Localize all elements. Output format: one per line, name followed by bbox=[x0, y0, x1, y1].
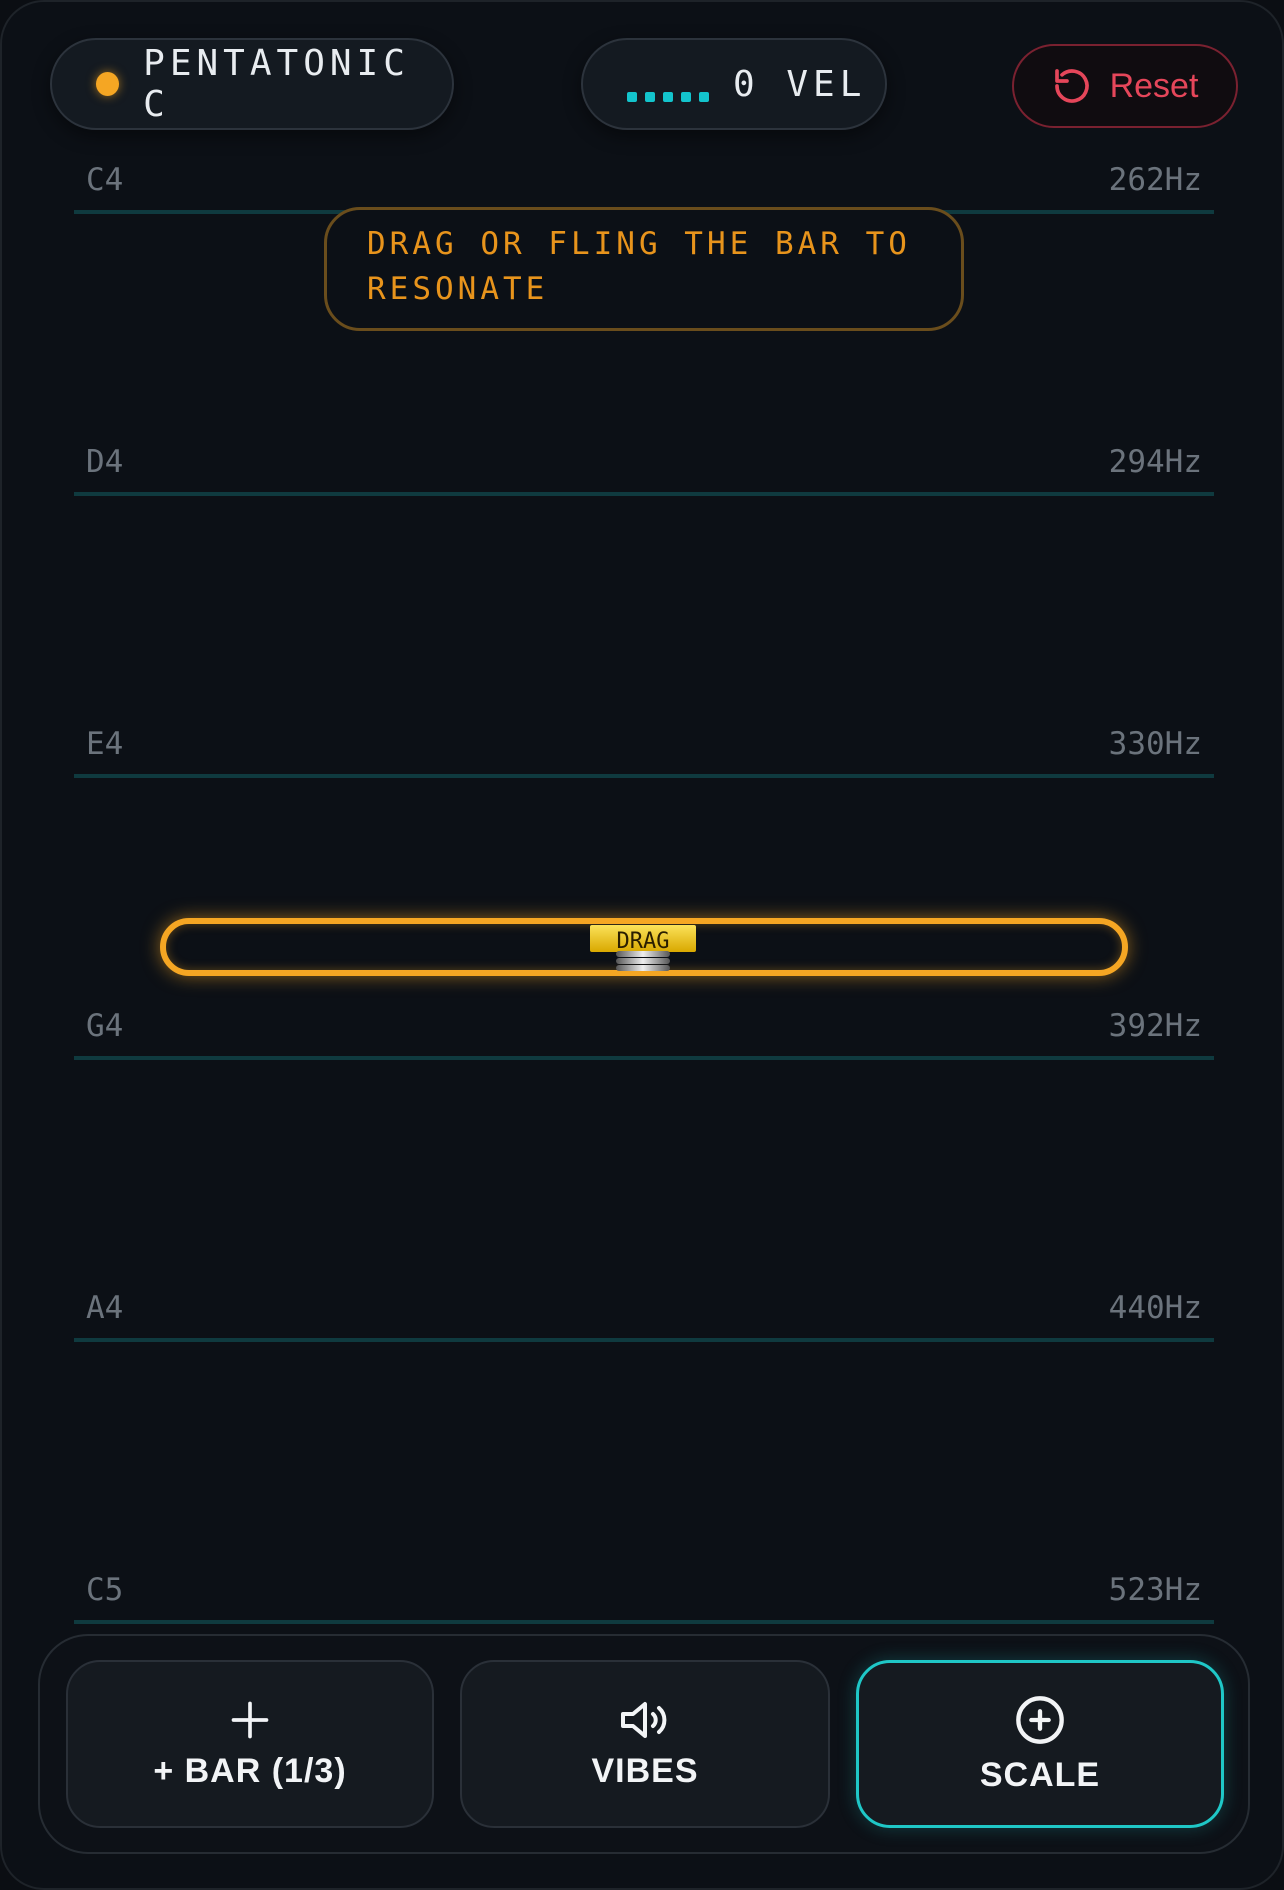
plus-icon bbox=[231, 1701, 269, 1738]
note-divider bbox=[74, 1620, 1214, 1624]
velocity-indicator: 0 VEL bbox=[581, 38, 887, 130]
scale-name: PENTATONIC C bbox=[143, 43, 410, 125]
spring-icon bbox=[616, 950, 670, 978]
drag-handle[interactable]: DRAG bbox=[590, 925, 696, 954]
reset-button[interactable]: Reset bbox=[1012, 44, 1238, 128]
app-frame: PENTATONIC C 0 VEL Reset C4 262Hz D4 294… bbox=[0, 0, 1284, 1890]
scale-indicator: PENTATONIC C bbox=[50, 38, 454, 130]
note-line-d4: D4 294Hz bbox=[74, 444, 1214, 496]
note-name: G4 bbox=[86, 1008, 124, 1044]
note-line-a4: A4 440Hz bbox=[74, 1290, 1214, 1342]
note-divider bbox=[74, 1338, 1214, 1342]
instruction-tooltip: DRAG OR FLING THE BAR TO RESONATE bbox=[324, 207, 964, 331]
note-frequency: 440Hz bbox=[1108, 1290, 1202, 1326]
reset-icon bbox=[1054, 69, 1089, 103]
add-bar-button[interactable]: + BAR (1/3) bbox=[66, 1660, 434, 1828]
note-divider bbox=[74, 1056, 1214, 1060]
note-name: C5 bbox=[86, 1572, 124, 1608]
note-name: E4 bbox=[86, 726, 124, 762]
note-frequency: 294Hz bbox=[1108, 444, 1202, 480]
velocity-readout: 0 VEL bbox=[733, 63, 867, 105]
note-frequency: 262Hz bbox=[1108, 162, 1202, 198]
note-frequency: 330Hz bbox=[1108, 726, 1202, 762]
note-name: A4 bbox=[86, 1290, 124, 1326]
reset-label: Reset bbox=[1109, 66, 1199, 105]
note-frequency: 523Hz bbox=[1108, 1572, 1202, 1608]
plus-circle-icon bbox=[1016, 1695, 1064, 1744]
note-name: C4 bbox=[86, 162, 124, 198]
note-divider bbox=[74, 774, 1214, 778]
note-name: D4 bbox=[86, 444, 124, 480]
vibes-label: VIBES bbox=[591, 1751, 699, 1790]
speaker-icon bbox=[621, 1701, 667, 1738]
note-divider bbox=[74, 492, 1214, 496]
note-line-c5: C5 523Hz bbox=[74, 1572, 1214, 1624]
note-frequency: 392Hz bbox=[1108, 1008, 1202, 1044]
note-line-g4: G4 392Hz bbox=[74, 1008, 1214, 1060]
add-bar-label: + BAR (1/3) bbox=[153, 1751, 347, 1790]
velocity-meter-icon bbox=[627, 92, 709, 102]
vibes-button[interactable]: VIBES bbox=[460, 1660, 830, 1828]
scale-button[interactable]: SCALE bbox=[856, 1660, 1224, 1828]
scale-button-label: SCALE bbox=[979, 1755, 1101, 1794]
status-dot-icon bbox=[96, 72, 120, 96]
bottom-toolbar: + BAR (1/3) VIBES SCALE bbox=[38, 1634, 1250, 1854]
note-line-e4: E4 330Hz bbox=[74, 726, 1214, 778]
